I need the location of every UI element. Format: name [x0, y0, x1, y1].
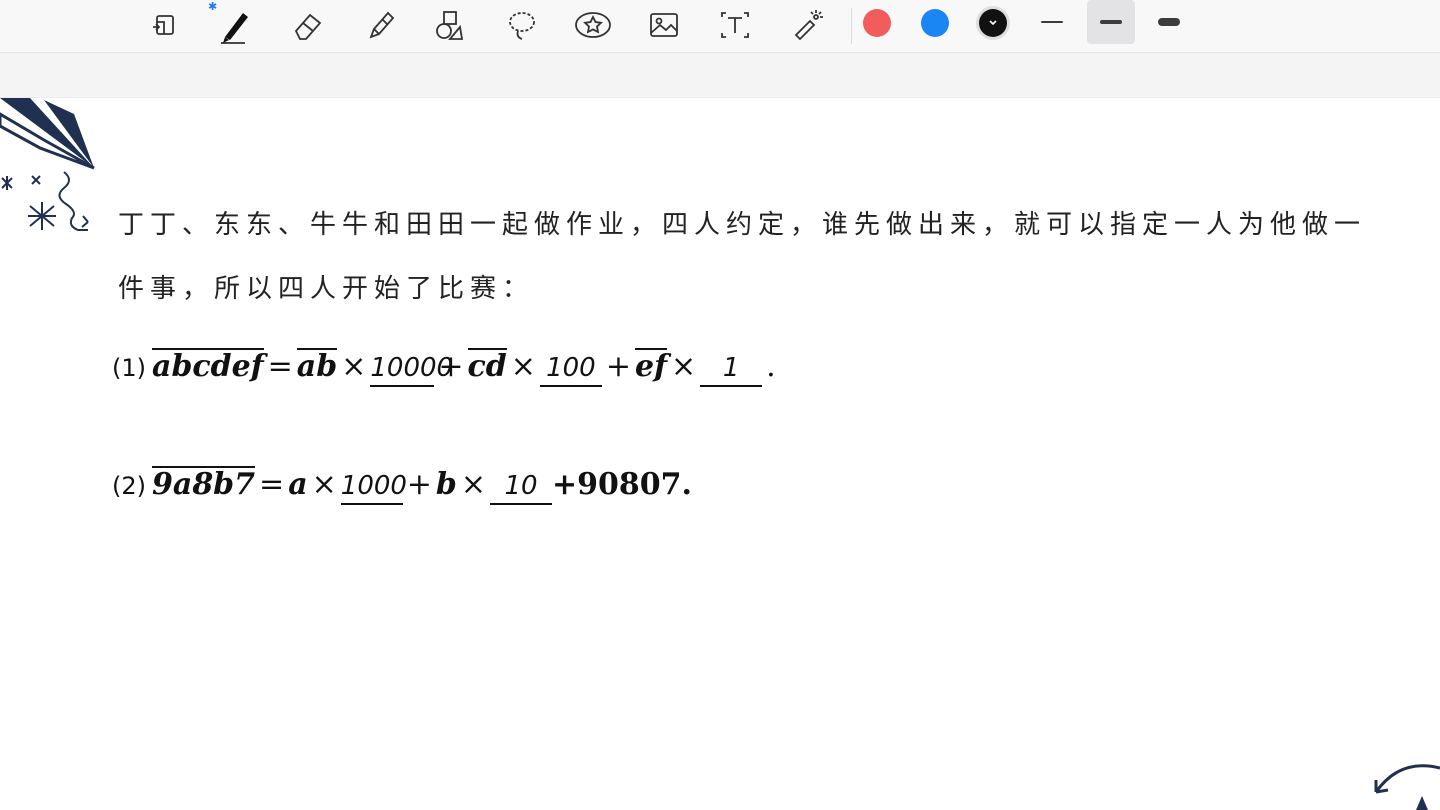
thick-stroke-icon: [1158, 18, 1180, 26]
term-b: b: [435, 467, 457, 502]
thin-stroke-icon: [1041, 21, 1063, 23]
pen-icon[interactable]: [213, 4, 257, 46]
term-cd: cd: [467, 348, 507, 384]
plus-sign: +: [406, 467, 432, 502]
sticker-icon[interactable]: [571, 4, 615, 46]
term-ab: ab: [296, 348, 338, 384]
equation-tail: +90807.: [552, 467, 692, 502]
times-sign: ×: [341, 349, 367, 384]
corner-arrow-decoration: [1374, 764, 1440, 810]
times-sign: ×: [460, 467, 487, 502]
stroke-thick-button[interactable]: [1145, 0, 1193, 44]
equals-sign: =: [267, 349, 293, 384]
color-red-swatch[interactable]: [863, 9, 891, 37]
stroke-medium-button[interactable]: [1087, 0, 1135, 44]
times-sign: ×: [311, 467, 337, 502]
plus-sign: +: [605, 349, 632, 384]
answer-blank-3[interactable]: 1: [700, 351, 763, 387]
times-sign: ×: [510, 349, 536, 384]
medium-stroke-icon: [1100, 20, 1122, 24]
equals-sign: =: [259, 467, 285, 502]
term-a: a: [288, 467, 308, 502]
equation-1: (1) abcdef = ab × 10000 + cd × 100 + ef …: [112, 348, 780, 408]
problem-line-2: 件事，所以四人开始了比赛：: [118, 274, 535, 304]
toolbar-separator: [851, 8, 852, 44]
stroke-thin-button[interactable]: [1028, 0, 1076, 44]
toolbar: ✱: [0, 0, 1440, 53]
problem-line-1: 丁丁、东东、牛牛和田田一起做作业，四人约定，谁先做出来，就可以指定一人为他做一: [118, 210, 1367, 240]
secondary-bar: [0, 53, 1440, 98]
equation-2: (2) 9a8b7 = a × 1000 + b × 10 +90807.: [112, 466, 692, 526]
answer-blank-1[interactable]: 10000: [370, 351, 453, 387]
page-layout-icon[interactable]: [143, 4, 187, 46]
period: .: [766, 349, 776, 384]
problem-text: 丁丁、东东、牛牛和田田一起做作业，四人约定，谁先做出来，就可以指定一人为他做一 …: [118, 193, 1378, 321]
times-sign: ×: [671, 349, 697, 384]
equation-number: (2): [112, 472, 146, 500]
term-ef: ef: [635, 348, 668, 384]
equation-lhs: abcdef: [152, 348, 264, 384]
answer-blank-2[interactable]: 100: [539, 351, 602, 387]
answer-blank-4[interactable]: 1000: [340, 469, 407, 505]
answer-blank-5[interactable]: 10: [490, 469, 553, 505]
eraser-icon[interactable]: [286, 4, 330, 46]
shapes-icon[interactable]: [428, 4, 472, 46]
lasso-icon[interactable]: [500, 4, 544, 46]
image-icon[interactable]: [642, 4, 686, 46]
color-black-swatch[interactable]: [979, 9, 1007, 37]
chevron-down-icon: [979, 9, 1007, 37]
highlighter-icon[interactable]: [358, 4, 402, 46]
paper-plane-decoration: [0, 98, 95, 231]
equation-number: (1): [112, 354, 146, 382]
equation-lhs: 9a8b7: [152, 466, 256, 502]
color-blue-swatch[interactable]: [921, 9, 949, 37]
laser-pointer-icon[interactable]: [786, 4, 830, 46]
text-icon[interactable]: [713, 4, 757, 46]
